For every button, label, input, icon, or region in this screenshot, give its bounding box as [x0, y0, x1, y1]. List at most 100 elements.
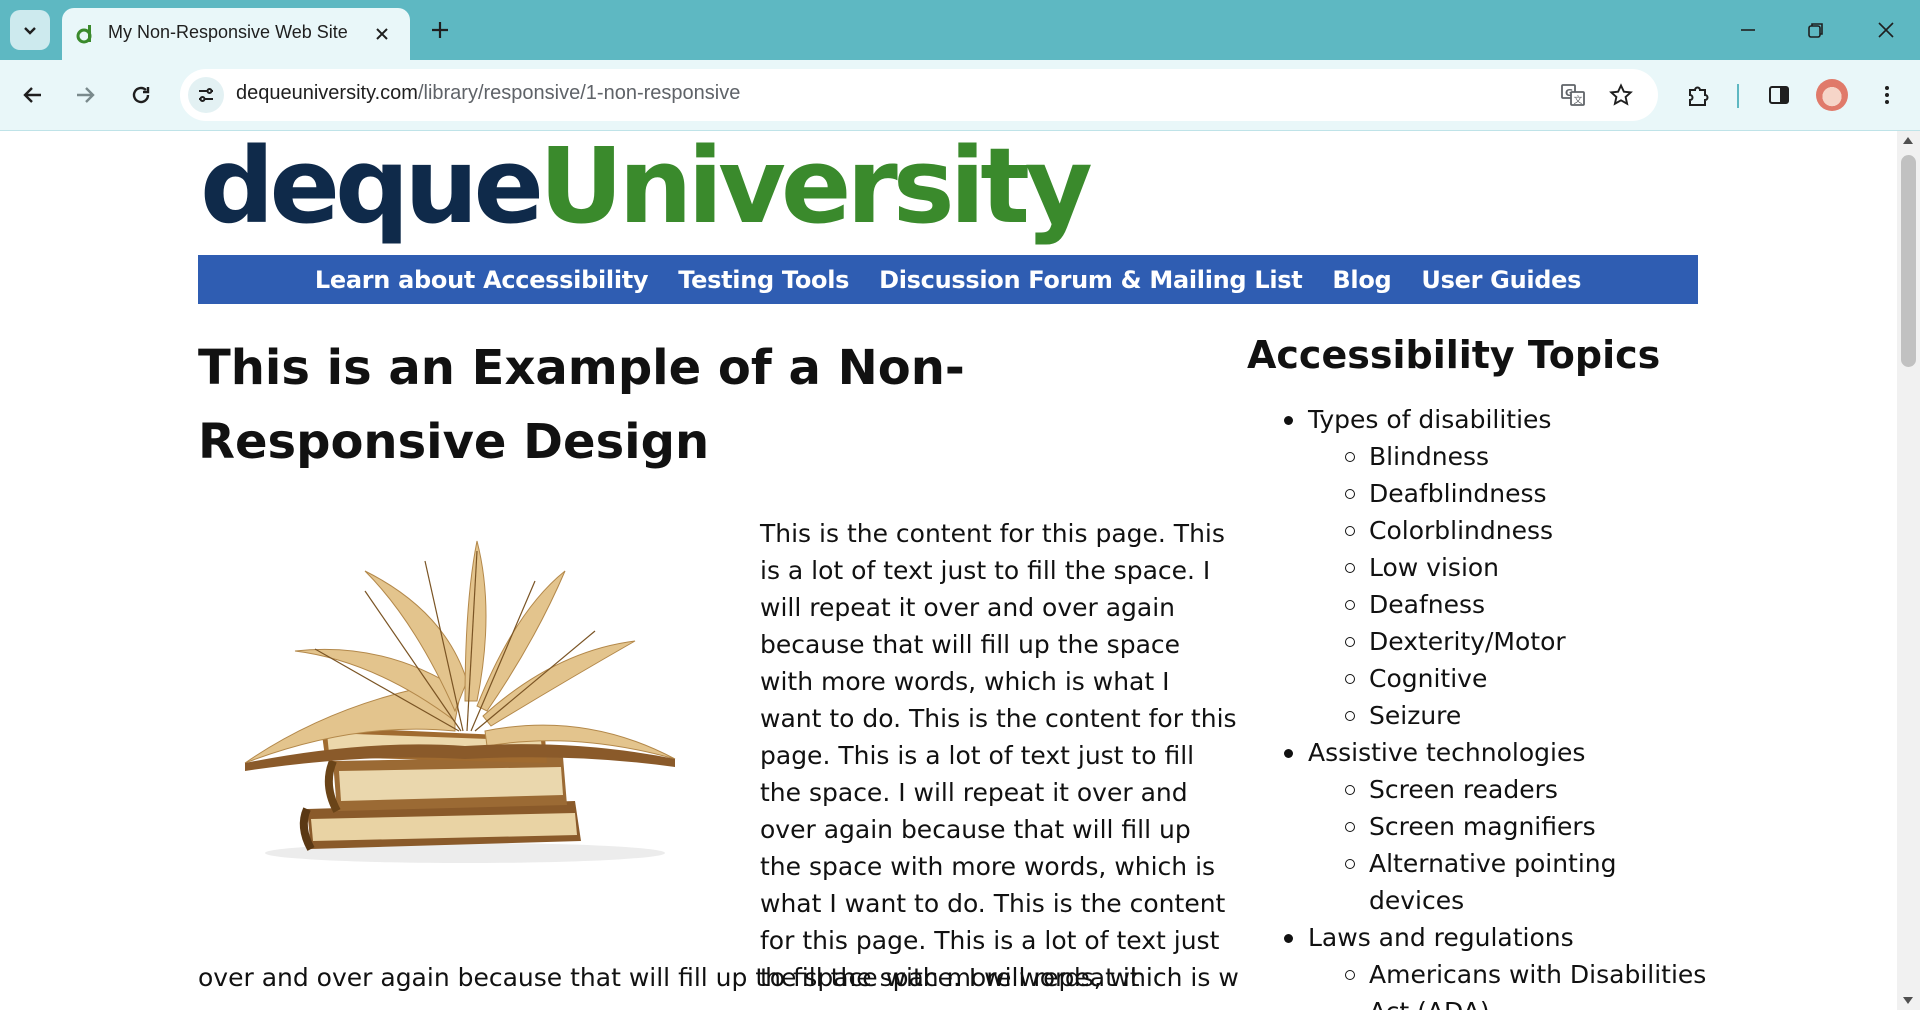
subtopic-item: Alternative pointing devices — [1308, 845, 1707, 919]
tab-close-button[interactable] — [368, 20, 396, 48]
topic-item: Assistive technologies Screen readers Scre… — [1247, 734, 1707, 919]
subtopic-label: Blindness — [1369, 442, 1490, 471]
nav-link-blog[interactable]: Blog — [1332, 266, 1391, 294]
nav-link-user-guides[interactable]: User Guides — [1421, 266, 1581, 294]
topic-label: Laws and regulations — [1308, 923, 1574, 952]
scroll-up-arrow[interactable] — [1903, 137, 1913, 144]
subtopic-item: Screen readers — [1308, 771, 1707, 808]
subtopic-item: Seizure — [1308, 697, 1707, 734]
subtopic-list: Screen readers Screen magnifiers Alternati… — [1308, 771, 1707, 919]
subtopic-label: Screen magnifiers — [1369, 812, 1596, 841]
subtopic-item: Blindness — [1308, 438, 1707, 475]
profile-avatar[interactable] — [1816, 79, 1848, 111]
arrow-right-icon — [77, 87, 95, 103]
subtopic-label: Colorblindness — [1369, 516, 1554, 545]
tune-icon — [199, 88, 213, 102]
circle-bullet-icon — [1345, 711, 1355, 721]
page-title: This is an Example of a Non-Responsive D… — [198, 340, 965, 470]
topics-list: Types of disabilities Blindness Deafblindn… — [1247, 401, 1707, 1010]
subtopic-label: Cognitive — [1369, 664, 1488, 693]
subtopic-item: Deafness — [1308, 586, 1707, 623]
circle-bullet-icon — [1345, 674, 1355, 684]
subtopic-item: Cognitive — [1308, 660, 1707, 697]
back-button[interactable] — [12, 74, 54, 116]
reload-icon — [132, 86, 150, 104]
circle-bullet-icon — [1345, 785, 1355, 795]
tab-search-button[interactable] — [10, 10, 50, 50]
subtopic-item: Screen magnifiers — [1308, 808, 1707, 845]
scroll-down-arrow[interactable] — [1903, 997, 1913, 1004]
topic-label: Assistive technologies — [1308, 738, 1586, 767]
deque-favicon-icon — [76, 25, 92, 44]
logo-university-text: University — [539, 131, 1093, 247]
plus-icon — [432, 22, 448, 38]
tab-strip: My Non-Responsive Web Site — [0, 0, 1920, 60]
subtopic-label: Deafblindness — [1369, 479, 1547, 508]
subtopic-item: Colorblindness — [1308, 512, 1707, 549]
logo-deque-text: deque — [200, 131, 544, 247]
restore-icon — [1808, 23, 1823, 38]
main-paragraph: This is the content for this page. This … — [760, 519, 1237, 992]
close-icon — [1878, 22, 1894, 38]
site-info-button[interactable] — [188, 77, 224, 113]
chevron-down-icon — [24, 27, 36, 35]
circle-bullet-icon — [1345, 600, 1355, 610]
main-paragraph-continued: over and over again because that will fi… — [198, 963, 1238, 992]
minimize-button[interactable] — [1728, 12, 1768, 48]
address-bar[interactable]: dequeuniversity.com/library/responsive/1… — [180, 69, 1658, 121]
star-icon — [1609, 83, 1633, 106]
url-path: /library/responsive/1-non-responsive — [417, 82, 741, 104]
nav-link-testing-tools[interactable]: Testing Tools — [678, 266, 849, 294]
browser-menu-button[interactable] — [1868, 76, 1906, 114]
extensions-button[interactable] — [1680, 76, 1718, 114]
arrow-left-icon — [23, 87, 41, 103]
nav-link-learn-about-accessibility[interactable]: Learn about Accessibility — [315, 266, 649, 294]
page-viewport: dequeUniversity Learn about Accessibilit… — [0, 131, 1897, 1010]
reload-button[interactable] — [120, 74, 162, 116]
nav-link-discussion-forum-mailing-list[interactable]: Discussion Forum & Mailing List — [879, 266, 1303, 294]
browser-toolbar: dequeuniversity.com/library/responsive/1… — [0, 60, 1920, 131]
side-panel-icon — [1769, 86, 1789, 104]
scroll-thumb[interactable] — [1901, 155, 1916, 367]
subtopic-list: Americans with Disabilities Act (ADA) — [1308, 956, 1707, 1010]
circle-bullet-icon — [1345, 822, 1355, 832]
bullet-icon — [1284, 416, 1293, 425]
subtopic-label: Screen readers — [1369, 775, 1558, 804]
circle-bullet-icon — [1345, 489, 1355, 499]
main-navigation: Learn about Accessibility Testing Tools Di… — [198, 255, 1698, 304]
toolbar-separator — [1737, 84, 1739, 108]
url-host: dequeuniversity.com — [236, 82, 418, 104]
accessibility-topics-sidebar: Accessibility Topics Types of disabiliti… — [1247, 331, 1707, 1010]
subtopic-label: Dexterity/Motor — [1369, 627, 1566, 656]
restore-button[interactable] — [1796, 12, 1836, 48]
bookmark-button[interactable] — [1606, 80, 1636, 110]
subtopic-item: Americans with Disabilities Act (ADA) — [1308, 956, 1707, 1010]
translate-button[interactable]: G文 — [1558, 80, 1588, 110]
forward-button[interactable] — [64, 74, 106, 116]
bullet-icon — [1284, 934, 1293, 943]
page-scrollbar[interactable] — [1897, 131, 1920, 1010]
circle-bullet-icon — [1345, 637, 1355, 647]
subtopic-list: Blindness Deafblindness Colorblindness Low … — [1308, 438, 1707, 734]
deque-university-logo[interactable]: dequeUniversity — [200, 131, 1093, 241]
subtopic-label: Seizure — [1369, 701, 1462, 730]
subtopic-label: Alternative pointing devices — [1369, 849, 1617, 915]
books-image — [244, 540, 676, 863]
translate-icon: G文 — [1561, 84, 1585, 106]
circle-bullet-icon — [1345, 859, 1355, 869]
circle-bullet-icon — [1345, 970, 1355, 980]
topic-item: Types of disabilities Blindness Deafblindn… — [1247, 401, 1707, 734]
subtopic-label: Low vision — [1369, 553, 1500, 582]
bullet-icon — [1284, 749, 1293, 758]
svg-text:文: 文 — [1574, 94, 1583, 106]
url-text: dequeuniversity.com/library/responsive/1… — [236, 82, 740, 105]
new-tab-button[interactable] — [424, 14, 456, 46]
circle-bullet-icon — [1345, 526, 1355, 536]
topic-label: Types of disabilities — [1308, 405, 1552, 434]
circle-bullet-icon — [1345, 563, 1355, 573]
subtopic-label: Deafness — [1369, 590, 1486, 619]
active-tab[interactable]: My Non-Responsive Web Site — [62, 8, 410, 60]
side-panel-button[interactable] — [1760, 76, 1798, 114]
sidebar-heading: Accessibility Topics — [1247, 333, 1661, 377]
window-close-button[interactable] — [1866, 12, 1906, 48]
